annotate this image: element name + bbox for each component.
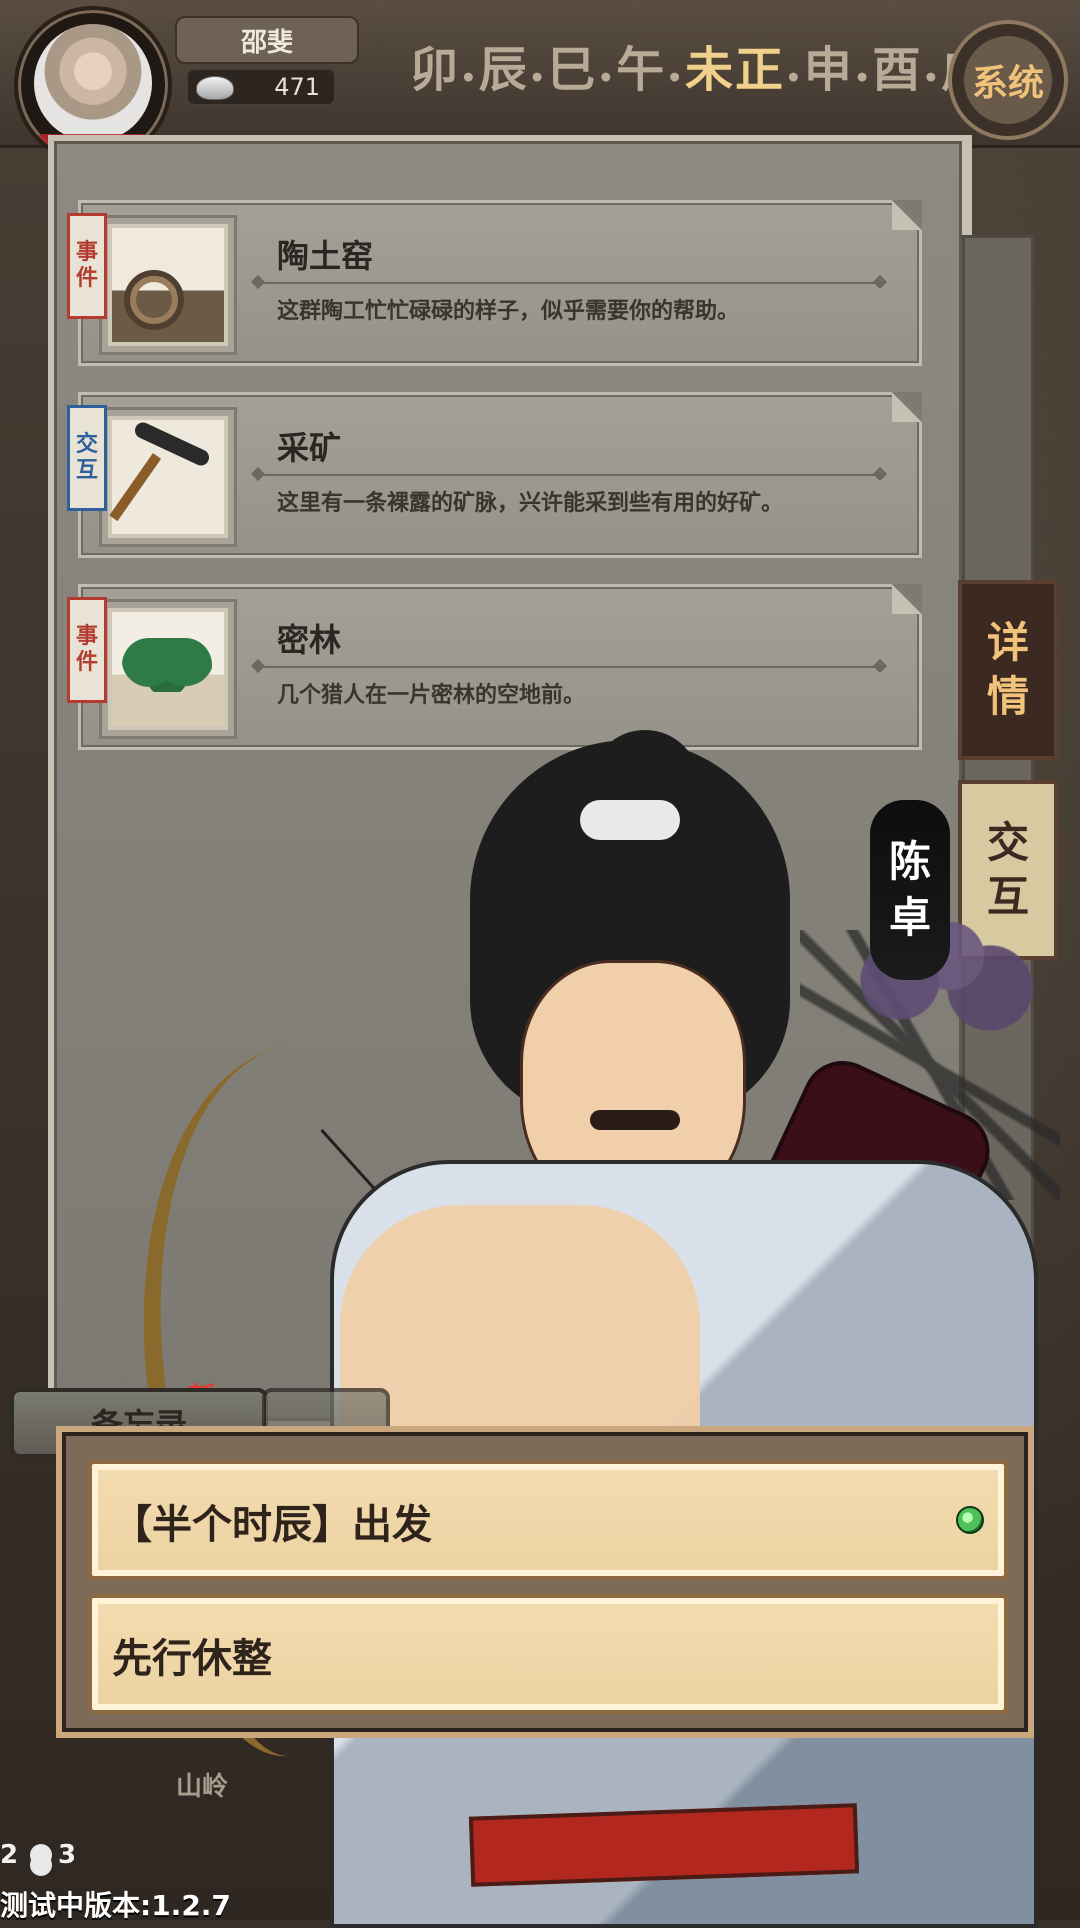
time-unit: 巳 [547,42,598,98]
vertical-char: 互 [75,458,98,483]
time-separator: . [784,37,804,93]
page-number: 2 [0,1840,19,1870]
event-thumbnail [99,599,237,739]
choice-option-rest[interactable]: 先行休整 [88,1594,1008,1714]
time-unit: 午 [616,42,667,98]
time-unit: 卯 [410,42,461,98]
vertical-char: 件 [75,266,98,291]
time-separator: . [460,37,479,93]
time-unit: 酉 [872,42,923,98]
version-footer: 测试中版本:1.2.7 [0,1889,231,1922]
card-divider [259,282,879,284]
vertical-char: 件 [75,650,98,675]
time-unit-current-marker: 正 [734,42,785,98]
event-tag: 事件 [67,213,107,319]
time-separator: . [922,37,942,93]
pottery-kiln-illustration [112,228,224,342]
top-bar: 邵斐 471 卯. 辰. 巳. 午. 未 正. 申. 酉. 戌 系统 [0,0,1080,164]
time-separator: . [666,37,685,93]
vertical-char: 陈 [888,837,931,886]
time-separator: . [853,37,873,93]
card-corner [892,584,922,614]
choice-label: 【半个时辰】出发 [112,1502,432,1548]
card-corner [892,200,922,230]
map-label: 山岭 [176,1772,229,1802]
time-unit: 辰 [478,42,529,98]
event-card-pottery-kiln[interactable]: 事件 陶土窑 这群陶工忙忙碌碌的样子，似乎需要你的帮助。 [67,200,922,366]
event-title: 密林 [277,621,342,659]
party-status: 2 3 [0,1840,120,1880]
party-count: 3 [30,1840,76,1870]
silver-ingot-icon [196,76,234,100]
character-name-brush: 陈卓 [870,800,950,980]
confirm-gem-icon [956,1506,984,1534]
party-count-value: 3 [58,1840,77,1870]
vertical-char: 交 [75,432,98,457]
time-unit-current: 未 [684,42,735,98]
card-corner [892,392,922,422]
vertical-char: 事 [75,624,98,649]
time-unit: 申 [803,42,854,98]
silver-counter: 471 [186,68,336,106]
time-separator: . [597,37,617,93]
user-icon [30,1844,52,1866]
vertical-char: 卓 [888,893,931,942]
choice-label: 先行休整 [112,1636,272,1682]
card-divider [259,474,879,476]
avatar-portrait [34,24,152,142]
event-title: 陶土窑 [277,237,374,275]
forest-illustration [112,612,224,726]
hair-band [580,800,680,840]
vertical-char: 事 [75,240,98,265]
silver-value: 471 [274,73,320,101]
event-title: 采矿 [277,429,342,467]
time-separator: . [528,37,548,93]
vertical-char: 详 [986,618,1029,667]
character-name: 陈卓 [889,834,931,946]
time-of-day-strip: 卯. 辰. 巳. 午. 未 正. 申. 酉. 戌 [410,30,991,100]
character-mustache [590,1110,680,1130]
system-button[interactable]: 系统 [948,20,1068,140]
choice-option-depart[interactable]: 【半个时辰】出发 [88,1460,1008,1580]
event-thumbnail [99,215,237,355]
interact-tag: 交互 [67,405,107,511]
tag-text: 事件 [76,624,98,676]
choice-dialog: 【半个时辰】出发 先行休整 [56,1426,1034,1738]
tag-text: 事件 [76,240,98,292]
card-divider [259,666,879,668]
character-sash [468,1803,860,1887]
player-name: 邵斐 [175,16,359,64]
pickaxe-illustration [112,420,224,534]
event-description: 这群陶工忙忙碌碌的样子，似乎需要你的帮助。 [277,299,740,324]
tag-text: 交互 [76,432,98,484]
event-tag: 事件 [67,597,107,703]
event-description: 这里有一条裸露的矿脉，兴许能采到些有用的好矿。 [277,491,784,516]
event-card-mining[interactable]: 交互 采矿 这里有一条裸露的矿脉，兴许能采到些有用的好矿。 [67,392,922,558]
event-thumbnail [99,407,237,547]
